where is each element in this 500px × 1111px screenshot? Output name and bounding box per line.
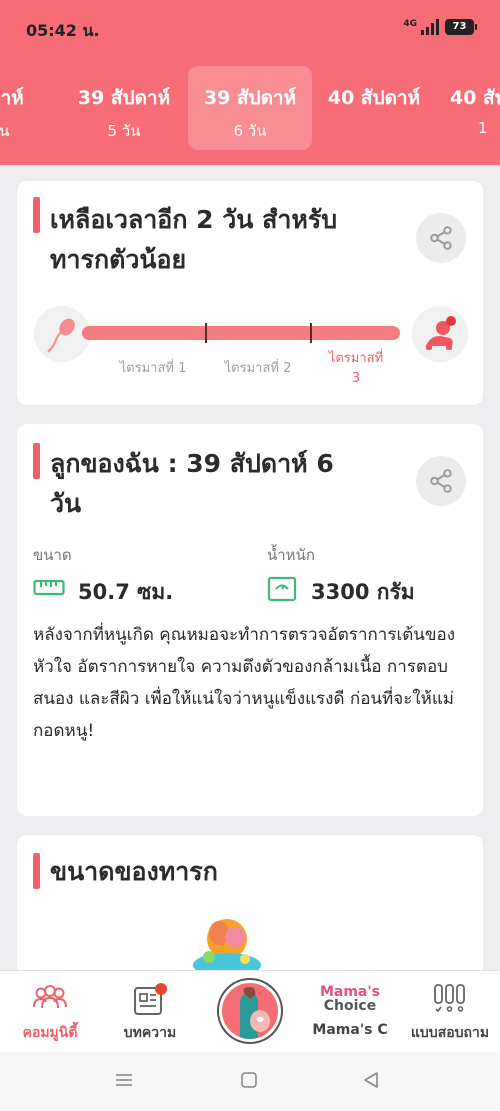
nav-articles-label: บทความ xyxy=(123,1025,177,1041)
ruler-icon xyxy=(33,578,65,602)
recent-apps-icon[interactable] xyxy=(114,1070,134,1094)
weight-value: 3300 กรัม xyxy=(311,580,415,604)
baby-size-title: ขนาดของทารก xyxy=(50,857,218,886)
status-indicators: 4G 73 xyxy=(403,19,477,35)
card-accent-bar xyxy=(33,853,40,889)
battery-icon: 73 xyxy=(445,19,477,35)
share-button[interactable] xyxy=(416,213,466,263)
trimester-1-label: ไตรมาสที่ 1 xyxy=(119,361,187,376)
pregnancy-center-button[interactable] xyxy=(219,980,281,1042)
countdown-title-line2: ทารกตัวน้อย xyxy=(50,245,187,274)
card-accent-bar xyxy=(33,443,40,479)
week-tab-days: วัน xyxy=(0,122,10,140)
scale-icon xyxy=(267,576,297,606)
community-icon xyxy=(31,983,69,1017)
app-header: 05:42 น. 4G 73 ปดาห์ วัน 39 สัปดาห์ 5 วั… xyxy=(0,0,500,165)
baby-illustration xyxy=(187,913,267,977)
week-tab-label: 39 สัปดาห์ xyxy=(203,87,297,109)
status-bar: 05:42 น. 4G 73 xyxy=(0,0,500,58)
week-tab-days: 5 วัน xyxy=(107,122,141,140)
week-tab[interactable]: ปดาห์ วัน xyxy=(0,66,62,150)
week-tab[interactable]: 40 สัป 1 xyxy=(436,66,500,150)
pregnancy-progress-bar xyxy=(82,326,400,340)
nav-mamas-choice-label: Mama's C xyxy=(312,1022,388,1038)
week-tab-label: 40 สัป xyxy=(450,87,500,109)
signal-strength-icon xyxy=(421,19,439,35)
card-accent-bar xyxy=(33,197,40,233)
pregnant-mother-icon xyxy=(240,987,270,1039)
trimester-divider xyxy=(310,323,312,343)
back-icon[interactable] xyxy=(361,1070,381,1094)
countdown-title: เหลือเวลาอีก 2 วัน สำหรับ xyxy=(50,205,338,234)
quiz-icon xyxy=(433,983,467,1019)
week-tab-label: 39 สัปดาห์ xyxy=(77,87,171,109)
nav-community-label: คอมมูนิตี้ xyxy=(22,1025,78,1041)
baby-description: หลังจากที่หนูเกิด คุณหมอจะทำการตรวจอัตรา… xyxy=(33,625,456,741)
article-icon xyxy=(132,983,168,1021)
nav-quiz-label: แบบสอบถาม xyxy=(410,1025,490,1041)
trimester-divider xyxy=(205,323,207,343)
size-label: ขนาด xyxy=(33,546,72,564)
week-tab-days: 6 วัน xyxy=(233,122,267,140)
nav-community[interactable]: คอมมูนิตี้ xyxy=(0,971,100,1053)
network-type-label: 4G xyxy=(403,19,417,29)
trimester-3-label: ไตรมาสที่ xyxy=(328,351,384,366)
mamas-choice-logo: Mama's Choice xyxy=(315,985,385,1013)
week-tab-label: 40 สัปดาห์ xyxy=(327,87,421,109)
baby-crawling-icon xyxy=(412,306,468,362)
week-tab[interactable]: 40 สัปดาห์ xyxy=(312,66,436,150)
share-icon xyxy=(430,469,452,493)
share-button[interactable] xyxy=(416,456,466,506)
size-value: 50.7 ซม. xyxy=(78,580,174,604)
home-icon[interactable] xyxy=(239,1070,259,1094)
nav-articles[interactable]: บทความ xyxy=(100,971,200,1053)
week-tab-days: 1 xyxy=(478,119,488,137)
share-icon xyxy=(430,226,452,250)
week-tab-label: ปดาห์ xyxy=(0,87,24,109)
trimester-2-label: ไตรมาสที่ 2 xyxy=(224,361,292,376)
mamas-choice-logo-line1: Mama's xyxy=(319,984,381,1000)
status-time: 05:42 น. xyxy=(26,21,100,40)
week-tab[interactable]: 39 สัปดาห์ 5 วัน xyxy=(62,66,186,150)
week-selector[interactable]: ปดาห์ วัน 39 สัปดาห์ 5 วัน 39 สัปดาห์ 6 … xyxy=(0,66,500,150)
baby-info-title-line2: วัน xyxy=(50,489,82,518)
nav-mamas-choice[interactable]: Mama's Choice Mama's C xyxy=(300,971,400,1053)
system-navigation-bar xyxy=(0,1052,500,1111)
nav-quiz[interactable]: แบบสอบถาม xyxy=(400,971,500,1053)
trimester-3-label-number: 3 xyxy=(351,371,361,386)
weight-label: น้ำหนัก xyxy=(267,546,315,564)
week-tab-selected[interactable]: 39 สัปดาห์ 6 วัน xyxy=(188,66,312,150)
baby-info-title: ลูกของฉัน : 39 สัปดาห์ 6 xyxy=(50,449,334,478)
mamas-choice-logo-line2: Choice xyxy=(323,998,377,1014)
